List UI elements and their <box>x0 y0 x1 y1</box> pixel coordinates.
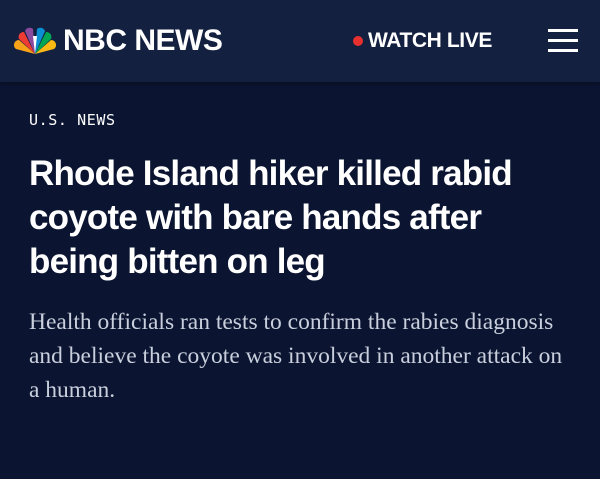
hamburger-menu-icon[interactable] <box>548 27 578 53</box>
menu-bar <box>548 29 578 32</box>
menu-bar <box>548 49 578 52</box>
watch-live-button[interactable]: WATCH LIVE <box>353 29 492 53</box>
nbc-news-logo[interactable]: NBC NEWS <box>13 24 223 57</box>
article-headline: Rhode Island hiker killed rabid coyote w… <box>29 154 513 281</box>
site-header: NBC NEWS WATCH LIVE <box>0 0 600 82</box>
logo-text: NBC NEWS <box>63 24 223 57</box>
nbc-peacock-icon <box>14 27 56 54</box>
article-dek: Health officials ran tests to confirm th… <box>29 309 563 403</box>
live-indicator-icon <box>353 36 363 46</box>
menu-bar <box>548 39 578 42</box>
watch-live-label: WATCH LIVE <box>368 29 492 52</box>
section-label[interactable]: U.S. NEWS <box>29 111 116 129</box>
